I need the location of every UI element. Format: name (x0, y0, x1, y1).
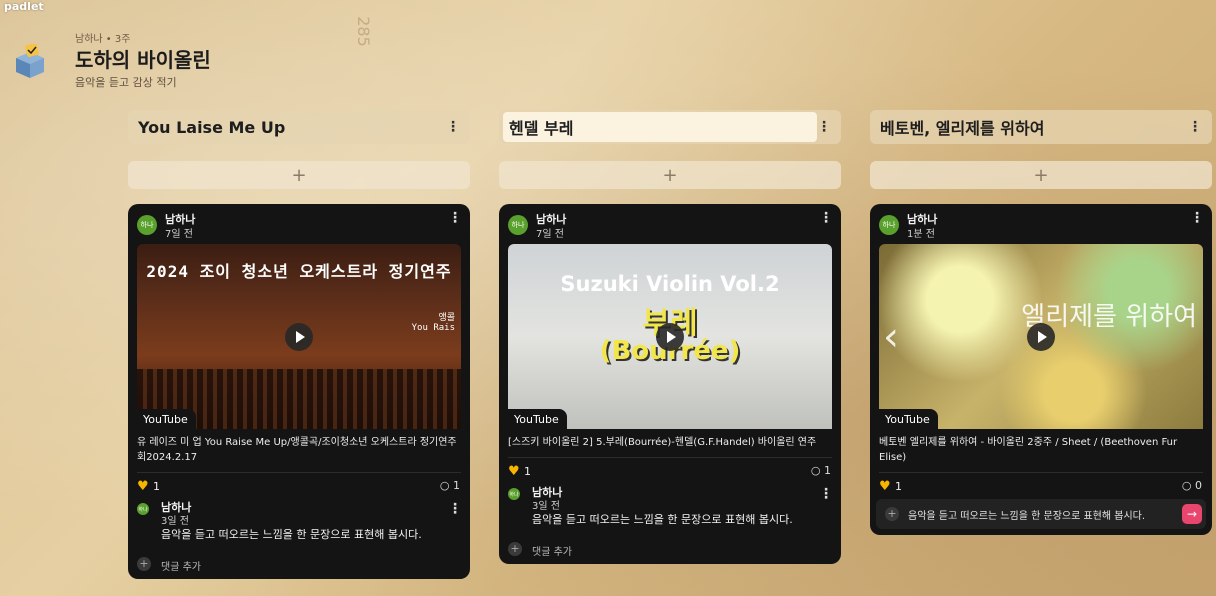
padlet-logo[interactable]: padlet (4, 0, 44, 13)
comment-count[interactable]: ○ 1 (811, 464, 831, 477)
comment-menu-icon[interactable]: ⋮ (819, 486, 833, 502)
background-number: 285 (353, 16, 373, 47)
column-header[interactable]: 헨델 부레 ⋮ (499, 110, 841, 144)
play-icon[interactable] (656, 322, 684, 351)
add-comment-label: 댓글 추가 (161, 562, 201, 573)
column-title-input[interactable]: 헨델 부레 (509, 115, 573, 139)
source-badge: YouTube (879, 409, 938, 429)
post-time: 7일 전 (165, 229, 193, 240)
comment: 하나 남하나 3일 전 음악을 듣고 떠오르는 느낌을 한 문장으로 표현해 봅… (499, 484, 841, 536)
video-thumbnail[interactable]: Suzuki Violin Vol.2 부레 (Bourrée) YouTube (508, 244, 832, 429)
post-time: 1분 전 (907, 229, 935, 240)
play-icon[interactable] (285, 322, 313, 351)
play-icon[interactable] (1027, 322, 1055, 351)
post-card[interactable]: 하나 남하나 7일 전 ⋮ Suzuki Violin Vol.2 부레 (Bo… (499, 204, 841, 564)
wall-subtitle: 음악을 듣고 감상 적기 (75, 76, 177, 89)
wall-title: 도하의 바이올린 (75, 48, 211, 72)
post-description[interactable]: [스즈키 바이올린 2] 5.부레(Bourrée)-헨델(G.F.Handel… (508, 429, 832, 458)
add-comment-button[interactable]: + 댓글 추가 (499, 536, 841, 564)
post-menu-icon[interactable]: ⋮ (1190, 210, 1204, 226)
plus-icon: + (508, 542, 522, 556)
post-menu-icon[interactable]: ⋮ (819, 210, 833, 226)
like-count: 1 (153, 480, 160, 493)
like-count: 1 (524, 465, 531, 478)
post-description[interactable]: 베토벤 엘리제를 위하여 - 바이올린 2중주 / Sheet / (Beeth… (879, 429, 1203, 473)
comment-menu-icon[interactable]: ⋮ (448, 501, 462, 517)
video-thumbnail[interactable]: 2024 조이 청소년 오케스트라 정기연주 앵콜 You Rais YouTu… (137, 244, 461, 429)
comment: 하나 남하나 3일 전 음악을 듣고 떠오르는 느낌을 한 문장으로 표현해 봅… (128, 499, 470, 551)
heart-icon[interactable]: ♥ (137, 479, 149, 494)
post-description[interactable]: 유 레이즈 미 업 You Raise Me Up/앵콜곡/조이청소년 오케스트… (137, 429, 461, 473)
send-icon[interactable]: → (1182, 504, 1202, 524)
thumbnail-title: 2024 조이 청소년 오케스트라 정기연주 (146, 262, 452, 281)
comment-avatar[interactable]: 하나 (508, 488, 520, 500)
column-header[interactable]: 베토벤, 엘리제를 위하여 ⋮ (870, 110, 1212, 144)
plus-icon: + (137, 557, 151, 571)
column-1: You Laise Me Up ⋮ + 하나 남하나 7일 전 ⋮ 2024 조… (128, 110, 470, 579)
post-card[interactable]: 하나 남하나 1분 전 ⋮ ‹ 엘리제를 위하여 YouTube 베토벤 엘리제… (870, 204, 1212, 535)
comment-text: 음악을 듣고 떠오르는 느낌을 한 문장으로 표현해 봅시다. (532, 513, 793, 526)
column-header[interactable]: You Laise Me Up ⋮ (128, 110, 470, 144)
source-badge: YouTube (508, 409, 567, 429)
plus-icon: + (662, 164, 678, 186)
comment-icon: ○ (810, 464, 821, 477)
column-menu-icon[interactable]: ⋮ (817, 119, 831, 135)
post-menu-icon[interactable]: ⋮ (448, 210, 462, 226)
comment-time: 3일 전 (532, 501, 560, 512)
avatar[interactable]: 하나 (508, 215, 528, 235)
thumbnail-subtitle: 앵콜 You Rais (411, 313, 455, 333)
comment-count[interactable]: ○ 1 (440, 479, 460, 492)
comment-text: 음악을 듣고 떠오르는 느낌을 한 문장으로 표현해 봅시다. (161, 528, 422, 541)
add-post-button[interactable]: + (499, 161, 841, 189)
plus-icon: + (291, 164, 307, 186)
source-badge: YouTube (137, 409, 196, 429)
column-menu-icon[interactable]: ⋮ (446, 119, 460, 135)
plus-icon[interactable]: + (885, 507, 899, 521)
post-time: 7일 전 (536, 229, 564, 240)
column-menu-icon[interactable]: ⋮ (1188, 119, 1202, 135)
comment-avatar[interactable]: 하나 (137, 503, 149, 515)
comment-icon: ○ (439, 479, 450, 492)
column-3: 베토벤, 엘리제를 위하여 ⋮ + 하나 남하나 1분 전 ⋮ ‹ 엘리제를 위… (870, 110, 1212, 535)
post-card[interactable]: 하나 남하나 7일 전 ⋮ 2024 조이 청소년 오케스트라 정기연주 앵콜 … (128, 204, 470, 579)
like-count: 1 (895, 480, 902, 493)
add-comment-button[interactable]: + 댓글 추가 (128, 551, 470, 579)
add-post-button[interactable]: + (870, 161, 1212, 189)
video-thumbnail[interactable]: ‹ 엘리제를 위하여 YouTube (879, 244, 1203, 429)
thumbnail-title: Suzuki Violin Vol.2 (560, 272, 780, 296)
heart-icon[interactable]: ♥ (508, 464, 520, 479)
comment-input-text[interactable]: 음악을 듣고 떠오르는 느낌을 한 문장으로 표현해 봅시다. (908, 507, 1145, 522)
avatar[interactable]: 하나 (137, 215, 157, 235)
column-title[interactable]: You Laise Me Up (138, 118, 285, 137)
heart-icon[interactable]: ♥ (879, 479, 891, 494)
chevron-left-icon: ‹ (883, 314, 899, 360)
add-post-button[interactable]: + (128, 161, 470, 189)
column-title[interactable]: 베토벤, 엘리제를 위하여 (880, 115, 1044, 139)
comment-count[interactable]: ○ 0 (1182, 479, 1202, 492)
comment-input[interactable]: + 음악을 듣고 떠오르는 느낌을 한 문장으로 표현해 봅시다. → (876, 499, 1206, 529)
wall-meta: 남하나 • 3주 (75, 34, 131, 45)
column-2: 헨델 부레 ⋮ + 하나 남하나 7일 전 ⋮ Suzuki Violin Vo… (499, 110, 841, 564)
comment-icon: ○ (1181, 479, 1192, 492)
comment-time: 3일 전 (161, 516, 189, 527)
add-comment-label: 댓글 추가 (532, 547, 572, 558)
ballot-box-icon (16, 44, 44, 78)
plus-icon: + (1033, 164, 1049, 186)
avatar[interactable]: 하나 (879, 215, 899, 235)
